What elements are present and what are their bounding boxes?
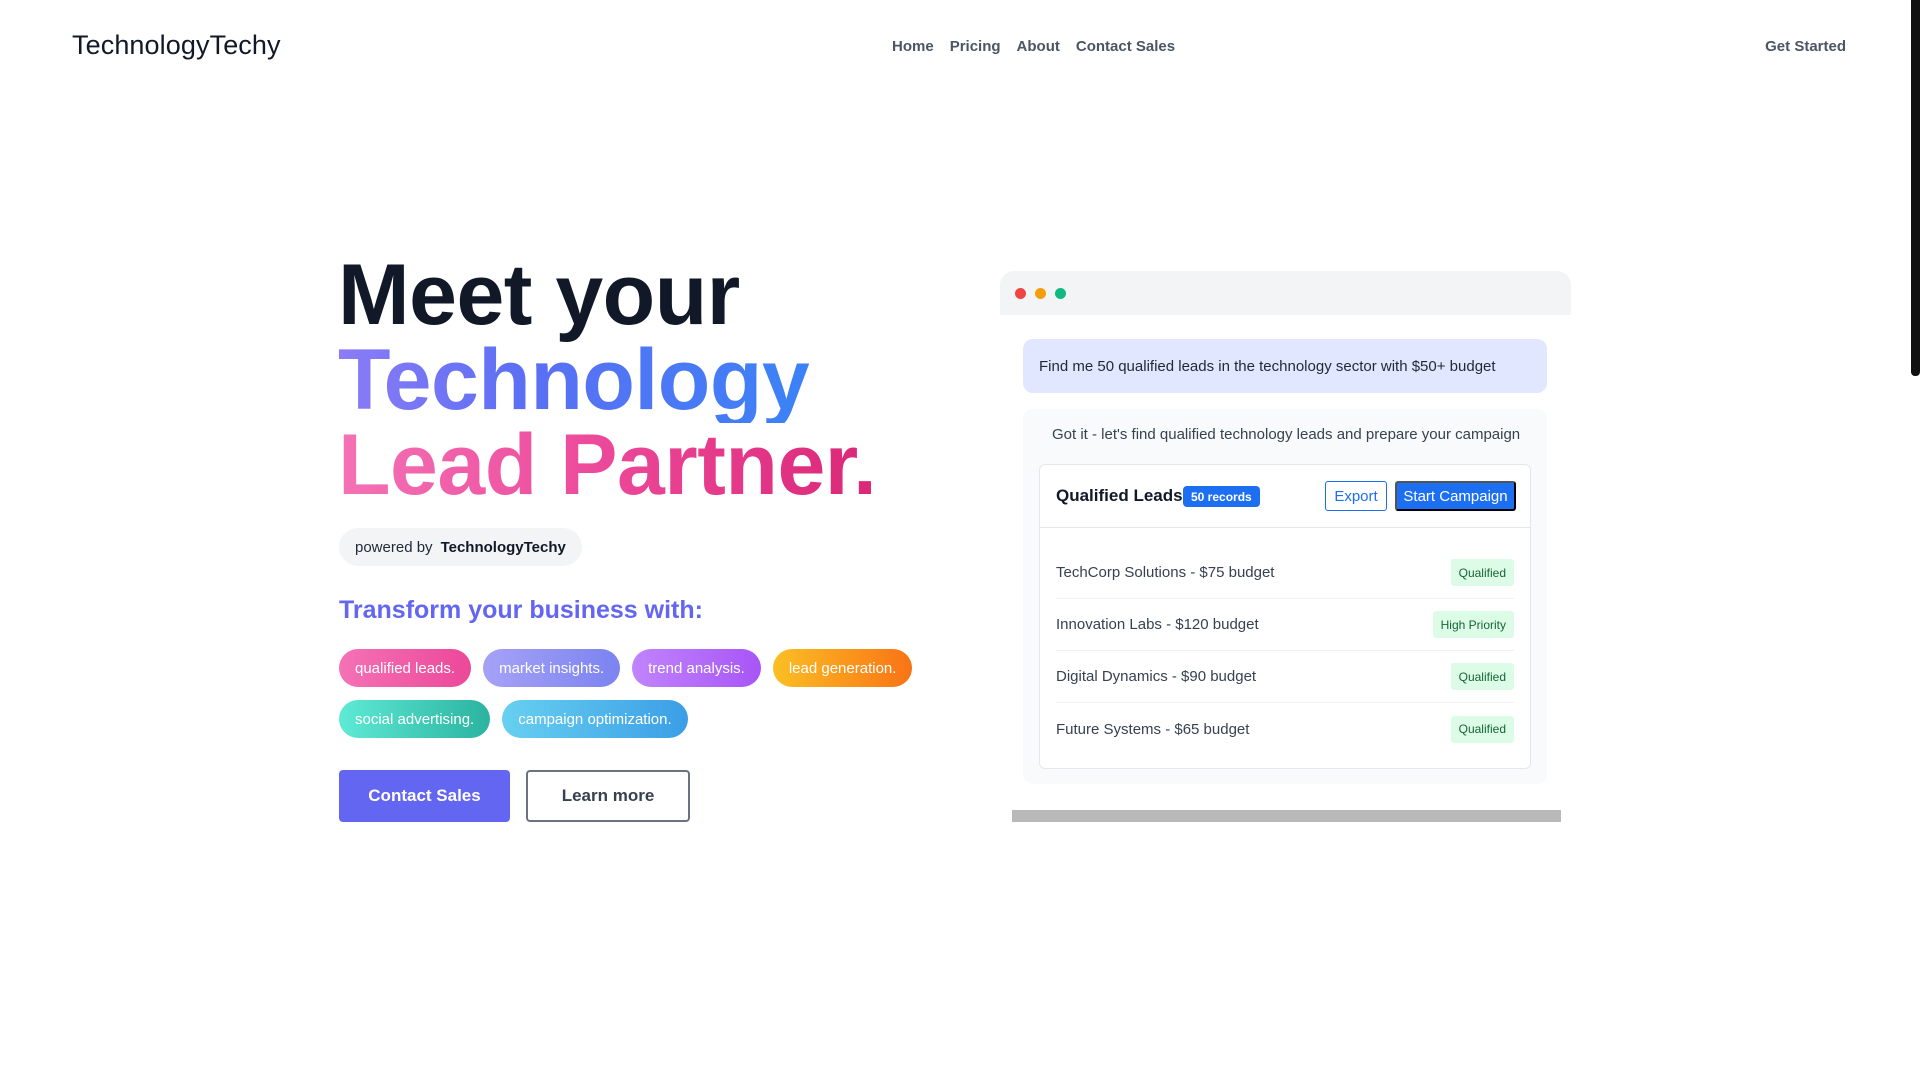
lead-status-badge: High Priority bbox=[1432, 611, 1514, 638]
card-title: Qualified Leads bbox=[1056, 486, 1183, 505]
lead-name: TechCorp Solutions - $75 budget bbox=[1056, 564, 1275, 581]
close-dot-icon bbox=[1015, 288, 1026, 299]
records-count-badge: 50 records bbox=[1183, 486, 1260, 507]
lead-name: Innovation Labs - $120 budget bbox=[1056, 616, 1259, 633]
start-campaign-button[interactable]: Start Campaign bbox=[1395, 481, 1516, 511]
lead-row[interactable]: Future Systems - $65 budget Qualified bbox=[1056, 703, 1514, 755]
assistant-message-text: Got it - let's find qualified technology… bbox=[1052, 426, 1521, 443]
brand-logo[interactable]: TechnologyTechy bbox=[72, 30, 281, 61]
qualified-leads-card: Qualified Leads 50 records Export Start … bbox=[1039, 464, 1531, 769]
feature-pills: qualified leads. market insights. trend … bbox=[339, 649, 939, 738]
lead-name: Future Systems - $65 budget bbox=[1056, 720, 1250, 738]
nav-about[interactable]: About bbox=[1017, 38, 1060, 55]
lead-status-badge: Qualified bbox=[1450, 715, 1514, 743]
hero-title-line-3: Lead Partner. bbox=[338, 417, 877, 513]
pill-qualified-leads: qualified leads. bbox=[339, 649, 472, 687]
page-scrollbar[interactable] bbox=[1911, 0, 1920, 376]
powered-by-badge: powered by TechnologyTechy bbox=[339, 528, 582, 566]
lead-row[interactable]: Innovation Labs - $120 budget High Prior… bbox=[1056, 599, 1514, 651]
lead-name: Digital Dynamics - $90 budget bbox=[1056, 668, 1257, 685]
transform-subtitle: Transform your business with: bbox=[339, 596, 703, 624]
site-header: TechnologyTechy Home Pricing About Conta… bbox=[0, 0, 1920, 96]
get-started-link[interactable]: Get Started bbox=[1765, 38, 1846, 55]
hero-title-line-1: Meet your bbox=[338, 247, 740, 343]
main-nav: Home Pricing About Contact Sales bbox=[892, 38, 1175, 55]
user-message-text: Find me 50 qualified leads in the techno… bbox=[1039, 357, 1496, 375]
nav-contact-sales[interactable]: Contact Sales bbox=[1076, 38, 1175, 55]
lead-list: TechCorp Solutions - $75 budget Qualifie… bbox=[1056, 547, 1514, 755]
pill-trend-analysis: trend analysis. bbox=[632, 649, 761, 687]
pill-market-insights: market insights. bbox=[483, 649, 621, 687]
card-header: Qualified Leads 50 records Export Start … bbox=[1040, 465, 1530, 528]
user-message: Find me 50 qualified leads in the techno… bbox=[1023, 339, 1547, 393]
powered-by-brand: TechnologyTechy bbox=[440, 538, 566, 556]
hero-title-line-2: Technology bbox=[338, 332, 810, 428]
export-button[interactable]: Export bbox=[1325, 481, 1387, 511]
minimize-dot-icon bbox=[1035, 288, 1046, 299]
pill-campaign-optimization: campaign optimization. bbox=[502, 700, 688, 738]
nav-home[interactable]: Home bbox=[892, 38, 934, 55]
powered-by-prefix: powered by bbox=[355, 538, 433, 556]
window-titlebar bbox=[1000, 271, 1571, 315]
window-horizontal-scrollbar[interactable] bbox=[1012, 810, 1561, 822]
learn-more-button[interactable]: Learn more bbox=[526, 770, 690, 822]
contact-sales-button[interactable]: Contact Sales bbox=[339, 770, 510, 822]
pill-social-advertising: social advertising. bbox=[339, 700, 491, 738]
lead-row[interactable]: Digital Dynamics - $90 budget Qualified bbox=[1056, 651, 1514, 703]
lead-status-badge: Qualified bbox=[1450, 663, 1514, 690]
lead-row[interactable]: TechCorp Solutions - $75 budget Qualifie… bbox=[1056, 547, 1514, 599]
hero-title: Meet your Technology Lead Partner. bbox=[338, 247, 877, 513]
pill-lead-generation: lead generation. bbox=[772, 649, 913, 687]
nav-pricing[interactable]: Pricing bbox=[950, 38, 1001, 55]
assistant-message: Got it - let's find qualified technology… bbox=[1023, 409, 1547, 784]
maximize-dot-icon bbox=[1055, 288, 1066, 299]
lead-status-badge: Qualified bbox=[1450, 559, 1514, 586]
demo-window: Find me 50 qualified leads in the techno… bbox=[1000, 271, 1571, 822]
